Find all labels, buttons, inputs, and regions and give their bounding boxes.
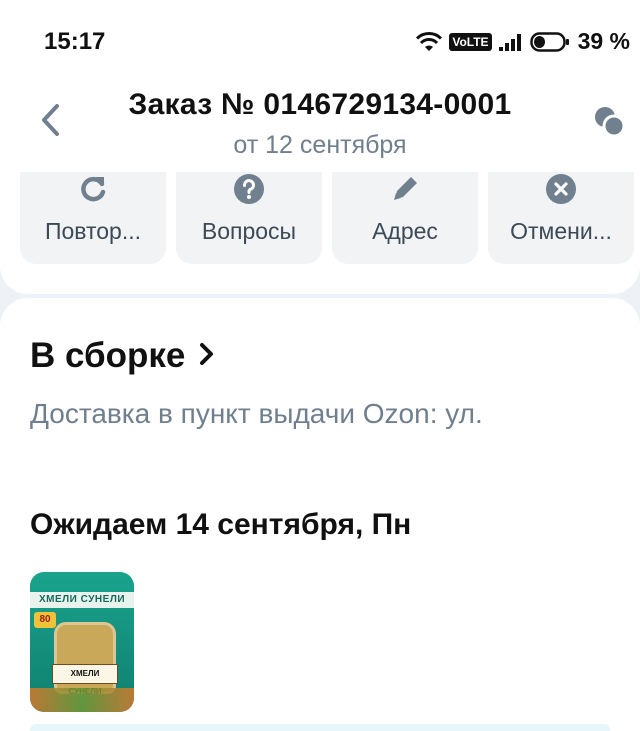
volte-badge: VoLTE [449, 32, 492, 51]
chevron-right-icon [199, 342, 215, 371]
order-status-card: В сборке Доставка в пункт выдачи Ozon: у… [0, 298, 640, 731]
chat-bubbles-icon [592, 107, 628, 144]
status-bar: 15:17 VoLTE 39 % [0, 0, 640, 80]
order-actions-card: Повтор... Вопросы Адрес Отмени... [0, 172, 640, 294]
question-icon [233, 174, 265, 204]
cancel-order-label: Отмени... [510, 218, 612, 244]
jar-label: ХМЕЛИ СУНЕЛИ [52, 664, 118, 696]
chat-button[interactable] [592, 104, 632, 144]
wifi-icon [415, 31, 443, 53]
refresh-icon [78, 174, 108, 204]
questions-label: Вопросы [201, 218, 297, 244]
next-section-edge [30, 724, 610, 731]
product-weight-badge: 80 [34, 612, 56, 628]
order-screen: 15:17 VoLTE 39 % Заказ № 0146729134-0001… [0, 0, 640, 731]
delivery-address: Доставка в пункт выдачи Ozon: ул. [30, 398, 483, 429]
clock: 15:17 [44, 28, 106, 55]
status-icons: VoLTE 39 % [415, 28, 630, 55]
address-label: Адрес [372, 218, 438, 244]
order-status-title: В сборке [30, 336, 186, 375]
order-date: от 12 сентября [233, 131, 407, 159]
battery-icon [529, 31, 570, 53]
order-actions: Повтор... Вопросы Адрес Отмени... [20, 172, 634, 264]
questions-button[interactable]: Вопросы [176, 172, 322, 264]
pencil-icon [389, 174, 421, 204]
product-brand: ХМЕЛИ СУНЕЛИ [30, 592, 134, 608]
herbs-decoration [30, 688, 134, 712]
product-thumbnail[interactable]: ХМЕЛИ СУНЕЛИ 80 ХМЕЛИ СУНЕЛИ [30, 572, 134, 712]
close-circle-icon [545, 174, 577, 204]
repeat-order-button[interactable]: Повтор... [20, 172, 166, 264]
repeat-order-label: Повтор... [44, 218, 142, 244]
order-header: Заказ № 0146729134-0001 от 12 сентября [0, 80, 640, 172]
address-button[interactable]: Адрес [332, 172, 478, 264]
signal-icon [498, 32, 524, 52]
order-title: Заказ № 0146729134-0001 [128, 88, 512, 121]
order-status-link[interactable]: В сборке [30, 336, 215, 376]
battery-percent: 39 % [577, 28, 630, 54]
cancel-order-button[interactable]: Отмени... [488, 172, 634, 264]
expected-delivery-date: Ожидаем 14 сентября, Пн [30, 508, 412, 541]
